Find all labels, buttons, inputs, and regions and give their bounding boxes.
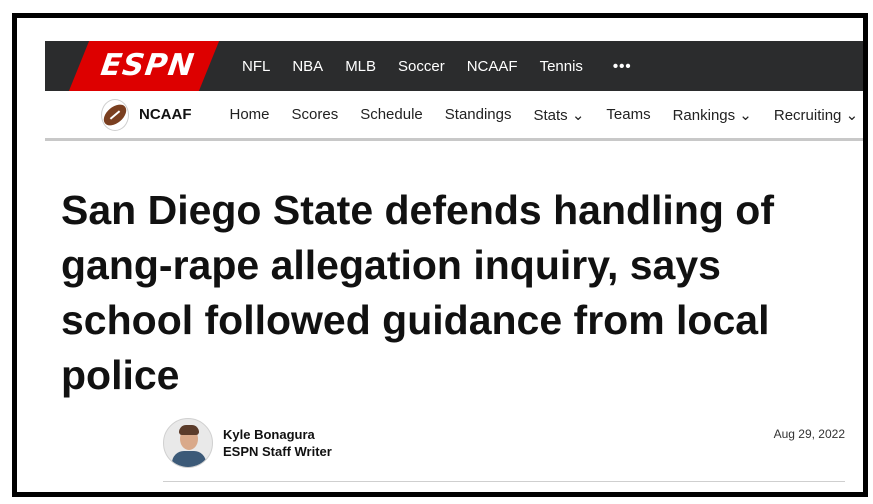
top-nav-nba[interactable]: NBA xyxy=(292,58,323,75)
page: ESPN NFL NBA MLB Soccer NCAAF Tennis •••… xyxy=(45,38,863,482)
section-navigation: NCAAF Home Scores Schedule Standings Sta… xyxy=(45,91,863,141)
top-nav-ncaaf[interactable]: NCAAF xyxy=(467,58,518,75)
subnav-standings[interactable]: Standings xyxy=(445,106,512,123)
subnav-schedule[interactable]: Schedule xyxy=(360,106,423,123)
top-nav-nfl[interactable]: NFL xyxy=(242,58,270,75)
football-shape xyxy=(99,100,131,129)
subnav-home[interactable]: Home xyxy=(230,106,270,123)
subnav-scores[interactable]: Scores xyxy=(292,106,339,123)
publish-date: Aug 29, 2022 xyxy=(773,427,845,441)
top-nav-tennis[interactable]: Tennis xyxy=(540,58,583,75)
subnav-stats[interactable]: Stats ⌄ xyxy=(533,106,584,124)
screenshot-frame: ESPN NFL NBA MLB Soccer NCAAF Tennis •••… xyxy=(12,13,868,497)
top-navigation: ESPN NFL NBA MLB Soccer NCAAF Tennis ••• xyxy=(45,41,863,91)
author-name[interactable]: Kyle Bonagura xyxy=(223,427,315,442)
top-nav-mlb[interactable]: MLB xyxy=(345,58,376,75)
top-nav-items: NFL NBA MLB Soccer NCAAF Tennis ••• xyxy=(242,58,632,75)
section-title[interactable]: NCAAF xyxy=(139,106,192,123)
avatar-hair xyxy=(179,425,199,435)
top-nav-soccer[interactable]: Soccer xyxy=(398,58,445,75)
article-headline: San Diego State defends handling of gang… xyxy=(61,187,774,398)
espn-logo[interactable]: ESPN xyxy=(45,41,220,91)
author-avatar[interactable] xyxy=(163,418,213,468)
subnav-rankings[interactable]: Rankings ⌄ xyxy=(673,106,752,124)
avatar-body xyxy=(172,451,206,467)
subnav-teams[interactable]: Teams xyxy=(606,106,650,123)
byline-divider xyxy=(163,481,845,482)
more-menu-icon[interactable]: ••• xyxy=(613,58,632,75)
byline: Kyle Bonagura ESPN Staff Writer Aug 29, … xyxy=(163,418,845,504)
subnav-recruiting[interactable]: Recruiting ⌄ xyxy=(774,106,858,124)
logo-text: ESPN xyxy=(98,48,197,83)
football-icon[interactable] xyxy=(99,98,131,131)
author-title: ESPN Staff Writer xyxy=(223,444,332,459)
